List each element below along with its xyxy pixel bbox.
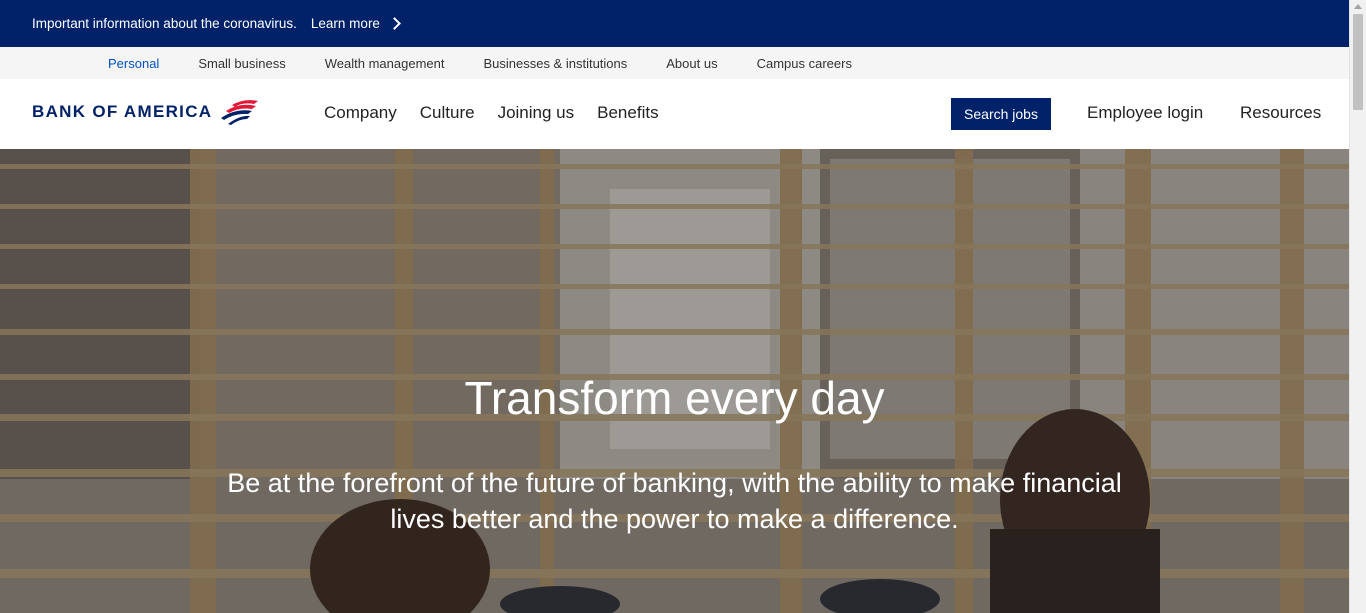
segment-nav: Personal Small business Wealth managemen…: [0, 47, 1349, 79]
segment-small-business[interactable]: Small business: [198, 56, 285, 71]
nav-culture[interactable]: Culture: [420, 103, 475, 123]
hero-section: Transform every day Be at the forefront …: [0, 149, 1349, 613]
page-scrollbar[interactable]: [1349, 0, 1366, 613]
alert-bar: Important information about the coronavi…: [0, 0, 1349, 47]
learn-more-link[interactable]: Learn more: [310, 16, 401, 31]
segment-personal[interactable]: Personal: [108, 56, 159, 71]
hero-title: Transform every day: [464, 372, 885, 424]
search-jobs-button[interactable]: Search jobs: [951, 98, 1051, 130]
segment-wealth-management[interactable]: Wealth management: [325, 56, 445, 71]
nav-benefits[interactable]: Benefits: [597, 103, 658, 123]
segment-about-us[interactable]: About us: [666, 56, 717, 71]
segment-campus-careers[interactable]: Campus careers: [757, 56, 852, 71]
nav-company[interactable]: Company: [324, 103, 397, 123]
scroll-thumb[interactable]: [1353, 14, 1363, 110]
scroll-up-arrow-icon[interactable]: [1354, 4, 1362, 9]
employee-login-link[interactable]: Employee login: [1087, 103, 1203, 123]
learn-more-label: Learn more: [310, 16, 380, 31]
chevron-right-icon: [388, 17, 401, 30]
bank-logo[interactable]: BANK OF AMERICA: [32, 99, 264, 125]
flag-logo-icon: [221, 100, 259, 125]
hero-subtitle: Be at the forefront of the future of ban…: [227, 468, 1122, 534]
segment-businesses-institutions[interactable]: Businesses & institutions: [483, 56, 627, 71]
resources-link[interactable]: Resources: [1240, 103, 1321, 123]
primary-nav: Company Culture Joining us Benefits: [324, 103, 682, 123]
nav-joining-us[interactable]: Joining us: [498, 103, 575, 123]
main-header: BANK OF AMERICA Company Culture Joining …: [0, 79, 1349, 149]
alert-message: Important information about the coronavi…: [32, 16, 297, 31]
logo-wordmark: BANK OF AMERICA: [32, 102, 213, 121]
